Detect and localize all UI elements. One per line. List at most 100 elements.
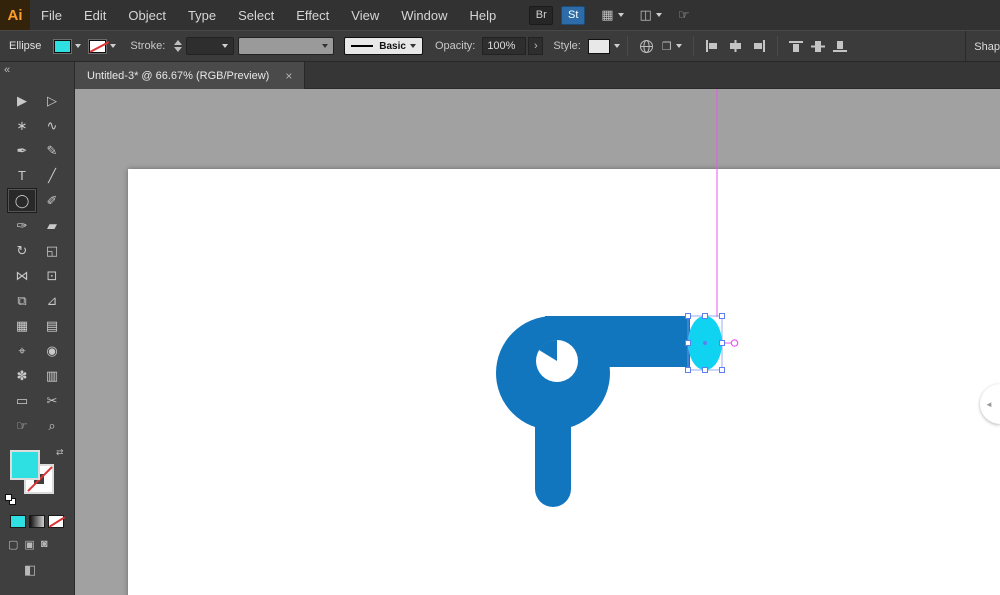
lasso-tool[interactable]: ∿ <box>37 113 67 138</box>
opacity-panel-arrow[interactable]: › <box>528 37 544 55</box>
ellipse-tool[interactable]: ◯ <box>7 188 37 213</box>
style-caret-icon[interactable] <box>613 44 620 48</box>
artboard-tool[interactable]: ▭ <box>7 388 37 413</box>
stock-button[interactable]: St <box>561 5 586 25</box>
screen-mode-icon[interactable]: ◧ <box>24 562 36 578</box>
menu-select[interactable]: Select <box>227 0 285 30</box>
curvature-tool[interactable]: ✎ <box>37 138 67 163</box>
width-tool[interactable]: ⋈ <box>7 263 37 288</box>
drawing-modes-row: ▢ ▣ ◙ <box>8 538 47 551</box>
blue-shape[interactable] <box>496 316 690 507</box>
symbol-sprayer-tool[interactable]: ✽ <box>7 363 37 388</box>
direct-selection-tool[interactable]: ▷ <box>37 88 67 113</box>
swap-fill-stroke-icon[interactable]: ⇄ <box>56 447 64 458</box>
align-bottom-icon[interactable] <box>832 40 847 53</box>
menu-bar: Ai File Edit Object Type Select Effect V… <box>0 0 1000 30</box>
type-tool[interactable]: T <box>7 163 37 188</box>
anchor-point-handle[interactable] <box>730 339 739 347</box>
stroke-weight-stepper[interactable] <box>174 40 183 52</box>
blend-tool[interactable]: ◉ <box>37 338 67 363</box>
menu-window[interactable]: Window <box>390 0 458 30</box>
separator <box>776 36 778 56</box>
draw-inside-icon[interactable]: ◙ <box>41 538 48 551</box>
stroke-caret-icon[interactable] <box>110 44 117 48</box>
stroke-preview-line <box>351 45 374 47</box>
step-down-icon[interactable] <box>174 47 183 52</box>
center-point-handle[interactable] <box>703 341 707 345</box>
draw-behind-icon[interactable]: ▣ <box>24 538 34 551</box>
menu-object[interactable]: Object <box>117 0 177 30</box>
zoom-tool[interactable]: ⌕ <box>37 413 67 438</box>
touch-workspace-icon[interactable]: ☞ <box>678 7 690 23</box>
rotate-tool[interactable]: ↻ <box>7 238 37 263</box>
align-left-icon[interactable] <box>705 40 720 52</box>
bridge-button[interactable]: Br <box>529 5 554 25</box>
menu-edit[interactable]: Edit <box>73 0 117 30</box>
shape-panel-link[interactable]: Shap <box>965 31 1000 61</box>
stroke-color-swatch[interactable] <box>88 38 108 54</box>
document-tab-title: Untitled-3* @ 66.67% (RGB/Preview) <box>87 69 270 82</box>
eyedropper-tool[interactable]: ⌖ <box>7 338 37 363</box>
pen-tool[interactable]: ✒ <box>7 138 37 163</box>
fill-proxy-swatch[interactable] <box>10 450 40 480</box>
document-setup-globe-icon[interactable] <box>639 39 654 54</box>
isolate-selection-icon[interactable]: ❐ <box>662 40 682 53</box>
style-label[interactable]: Style: <box>553 40 581 52</box>
stroke-weight-dropdown[interactable] <box>186 37 235 55</box>
magic-wand-tool[interactable]: ∗ <box>7 113 37 138</box>
align-center-icon[interactable] <box>728 40 743 52</box>
tab-close-icon[interactable]: × <box>285 69 292 83</box>
perspective-grid-tool[interactable]: ⊿ <box>37 288 67 313</box>
workspace-switcher-icon[interactable]: ◫ <box>640 7 662 23</box>
slice-tool[interactable]: ✂ <box>37 388 67 413</box>
eraser-tool[interactable]: ▰ <box>37 213 67 238</box>
step-up-icon[interactable] <box>174 40 183 45</box>
fill-caret-icon[interactable] <box>75 44 82 48</box>
separator <box>692 36 694 56</box>
canvas-area[interactable]: ◄ <box>75 89 1000 595</box>
hand-tool[interactable]: ☞ <box>7 413 37 438</box>
menu-help[interactable]: Help <box>458 0 507 30</box>
line-segment-tool[interactable]: ╱ <box>37 163 67 188</box>
align-middle-icon[interactable] <box>810 40 825 53</box>
align-right-icon[interactable] <box>751 40 766 52</box>
style-chip-label: Basic <box>379 40 406 52</box>
illustrator-logo[interactable]: Ai <box>0 0 30 30</box>
arrange-documents-icon[interactable]: ▦ <box>601 7 624 23</box>
document-tab[interactable]: Untitled-3* @ 66.67% (RGB/Preview) × <box>75 62 306 89</box>
draw-normal-icon[interactable]: ▢ <box>8 538 18 551</box>
opacity-label[interactable]: Opacity: <box>435 40 475 52</box>
brush-definition-dropdown[interactable] <box>238 37 335 55</box>
style-swatch-dropdown[interactable] <box>587 38 610 54</box>
menu-file[interactable]: File <box>30 0 73 30</box>
color-mode-row <box>10 515 64 528</box>
document-tab-strip: Untitled-3* @ 66.67% (RGB/Preview) × <box>75 62 1000 89</box>
pencil-tool[interactable]: ✑ <box>7 213 37 238</box>
column-graph-tool[interactable]: ▥ <box>37 363 67 388</box>
menu-type[interactable]: Type <box>177 0 227 30</box>
fill-stroke-proxy: ⇄ <box>5 447 64 505</box>
toolbar-collapse-icon[interactable]: « <box>4 64 10 76</box>
opacity-input[interactable] <box>482 37 527 55</box>
free-transform-tool[interactable]: ⊡ <box>37 263 67 288</box>
fill-color-swatch[interactable] <box>53 38 73 54</box>
shape-builder-tool[interactable]: ⧉ <box>7 288 37 313</box>
scale-tool[interactable]: ◱ <box>37 238 67 263</box>
paintbrush-tool[interactable]: ✐ <box>37 188 67 213</box>
menu-view[interactable]: View <box>340 0 390 30</box>
gradient-button[interactable] <box>29 515 45 528</box>
separator <box>626 36 628 56</box>
none-button[interactable] <box>48 515 64 528</box>
menu-effect[interactable]: Effect <box>285 0 340 30</box>
active-tool-label: Ellipse <box>9 40 42 52</box>
selection-tool[interactable]: ▶ <box>7 88 37 113</box>
tools-grid: ▶ ▷ ∗ ∿ ✒ ✎ T ╱ ◯ ✐ ✑ ▰ ↻ ◱ ⋈ ⊡ ⧉ ⊿ ▦ ▤ … <box>7 88 67 438</box>
color-button[interactable] <box>10 515 26 528</box>
tools-panel: « ▶ ▷ ∗ ∿ ✒ ✎ T ╱ ◯ ✐ ✑ ▰ ↻ ◱ ⋈ ⊡ ⧉ ⊿ ▦ … <box>0 62 75 595</box>
default-fill-stroke-icon[interactable] <box>5 494 16 505</box>
mesh-tool[interactable]: ▦ <box>7 313 37 338</box>
graphic-style-dropdown[interactable]: Basic <box>344 37 423 55</box>
gradient-tool[interactable]: ▤ <box>37 313 67 338</box>
align-top-icon[interactable] <box>788 40 803 53</box>
stroke-label[interactable]: Stroke: <box>130 40 165 52</box>
